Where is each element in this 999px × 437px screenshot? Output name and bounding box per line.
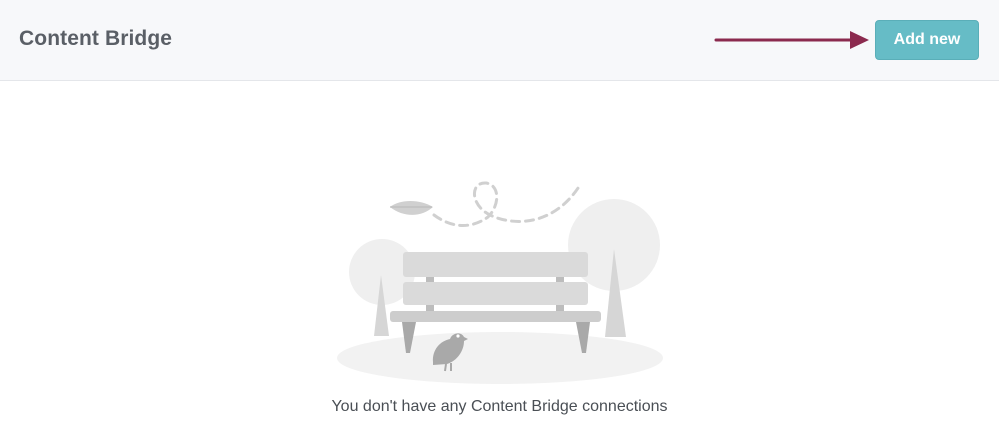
bench-backrest-bottom [403,282,588,305]
flight-path [432,181,582,227]
empty-state-message: You don't have any Content Bridge connec… [331,398,668,415]
page-title: Content Bridge [19,27,173,50]
bench-backrest-top [403,252,588,277]
leaf-icon [390,201,433,215]
ground-shape [337,332,663,384]
add-new-button[interactable]: Add new [875,20,979,60]
annotation-arrow-icon [714,31,869,49]
top-header: Content Bridge Add new [0,0,999,81]
bench-seat [390,311,601,322]
empty-state-illustration [337,181,663,384]
